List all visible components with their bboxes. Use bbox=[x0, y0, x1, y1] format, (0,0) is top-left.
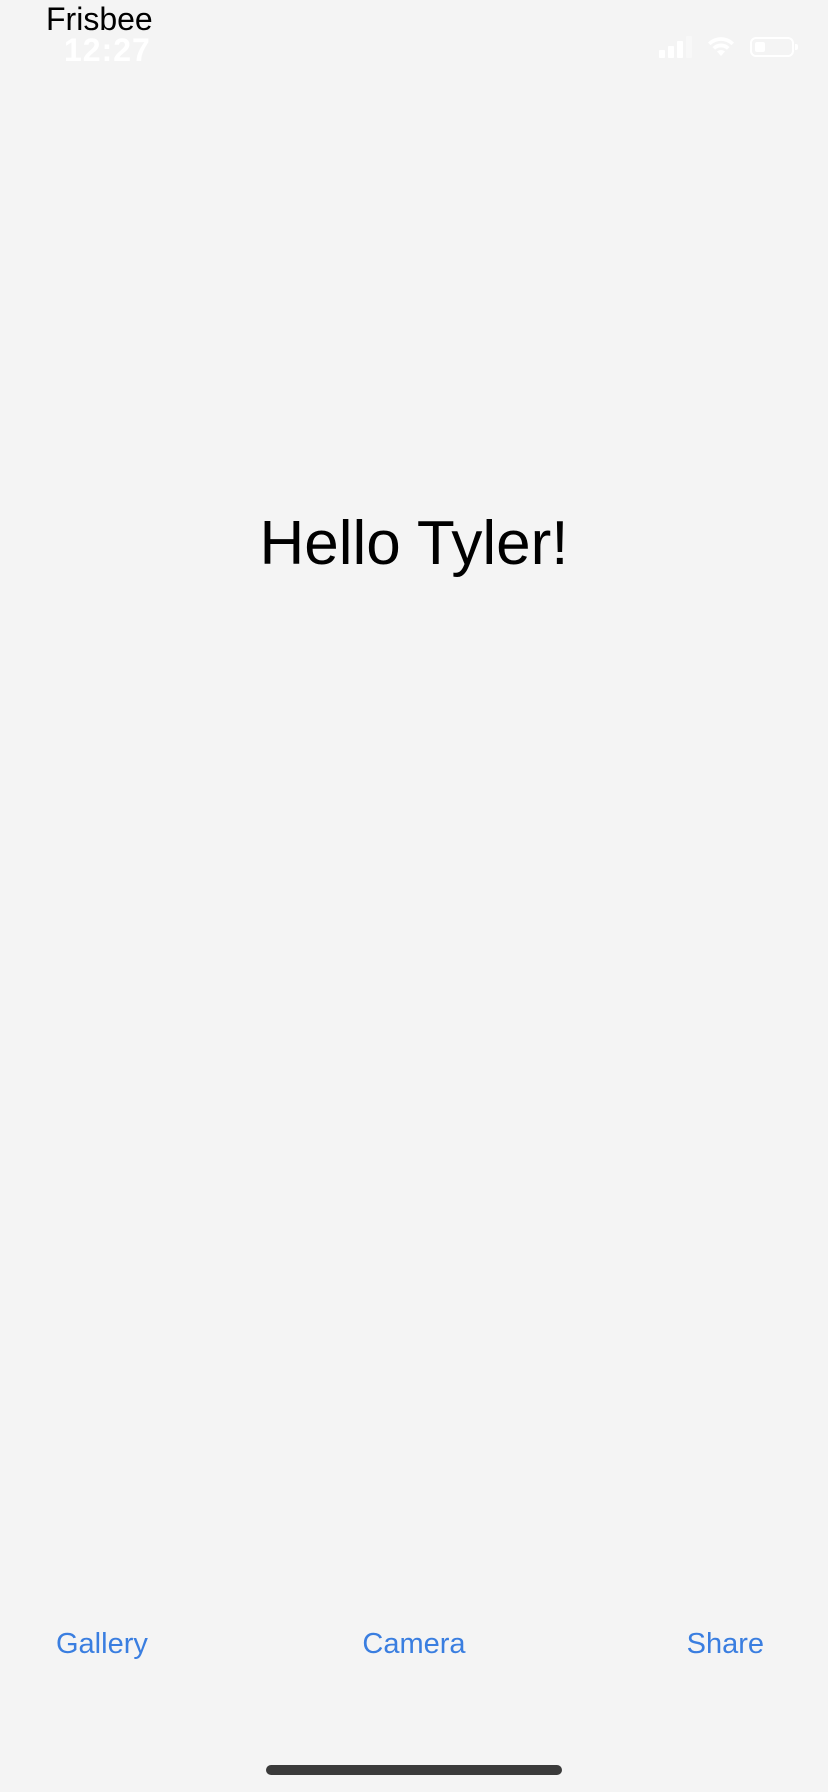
status-bar-icons bbox=[659, 36, 798, 58]
cellular-signal-icon bbox=[659, 36, 692, 58]
wifi-icon bbox=[706, 36, 736, 58]
greeting-text: Hello Tyler! bbox=[259, 509, 569, 578]
status-time: 12:27 bbox=[64, 32, 151, 68]
battery-icon bbox=[750, 37, 798, 57]
share-button[interactable]: Share bbox=[687, 1622, 764, 1666]
bottom-toolbar: Gallery Camera Share bbox=[0, 1622, 828, 1666]
battery-fill bbox=[755, 42, 765, 52]
home-indicator[interactable] bbox=[266, 1765, 562, 1775]
